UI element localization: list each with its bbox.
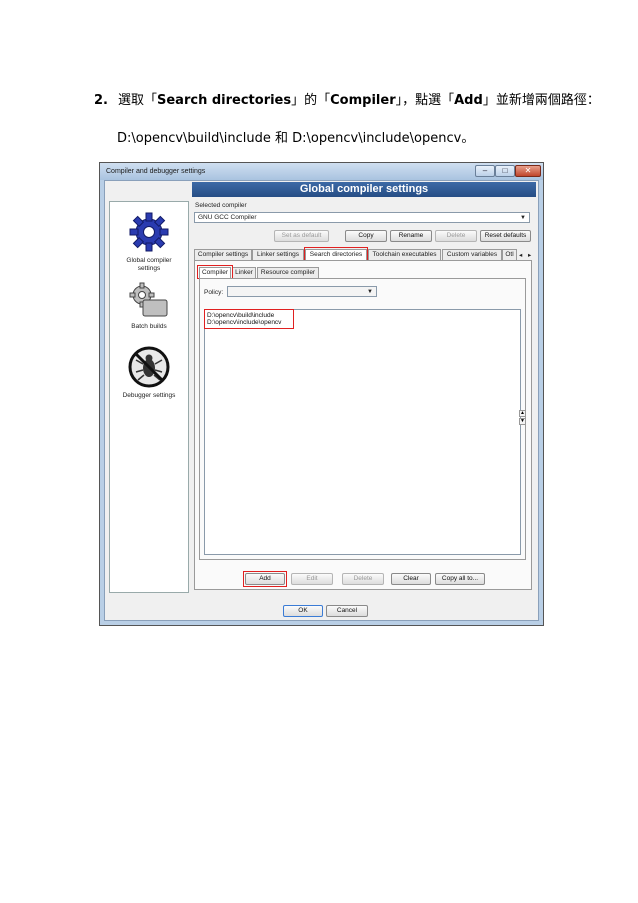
step-number: 2. xyxy=(94,93,108,108)
chevron-down-icon: ▼ xyxy=(520,215,526,221)
settings-dialog-screenshot: Compiler and debugger settings – □ ✕ Glo… xyxy=(99,162,544,626)
move-down-icon[interactable]: ▼ xyxy=(519,418,526,425)
sidebar-label: Global compiler xyxy=(126,257,172,264)
move-up-icon[interactable]: ▲ xyxy=(519,410,526,417)
selected-compiler-value: GNU GCC Compiler xyxy=(198,214,257,221)
sidebar-item-global-compiler[interactable]: Global compiler settings xyxy=(110,210,188,273)
close-icon[interactable]: ✕ xyxy=(515,165,541,177)
tab-linker-settings[interactable]: Linker settings xyxy=(252,249,304,260)
policy-label: Policy: xyxy=(204,289,224,296)
debugger-bug-icon xyxy=(128,346,170,388)
subtab-resource-compiler[interactable]: Resource compiler xyxy=(257,267,319,278)
page-title: Global compiler settings xyxy=(192,182,536,197)
instruction-term-compiler: Compiler xyxy=(330,93,396,108)
reset-defaults-button[interactable]: Reset defaults xyxy=(480,230,531,242)
add-directory-button[interactable]: Add xyxy=(245,573,285,585)
edit-directory-button[interactable]: Edit xyxy=(291,573,333,585)
window-titlebar: Compiler and debugger settings – □ ✕ xyxy=(100,163,543,180)
gear-icon xyxy=(129,212,169,252)
instruction-term-search-directories: Search directories xyxy=(157,93,292,108)
sidebar-label: Debugger settings xyxy=(122,392,176,399)
dialog-client-area: Global compiler settings Global compiler… xyxy=(104,180,539,621)
directories-list[interactable]: D:\opencv\build\include D:\opencv\includ… xyxy=(204,309,521,555)
tab-scroll-right-icon[interactable]: ▸ xyxy=(528,251,531,259)
policy-dropdown[interactable]: ▼ xyxy=(227,286,377,297)
minimize-icon[interactable]: – xyxy=(475,165,495,177)
instruction-text-3: 」，點選「 xyxy=(395,93,455,108)
sidebar-label: Batch builds xyxy=(131,323,167,330)
list-item[interactable]: D:\opencv\include\opencv xyxy=(205,319,520,326)
rename-button[interactable]: Rename xyxy=(390,230,432,242)
ok-button[interactable]: OK xyxy=(283,605,323,617)
selected-compiler-label: Selected compiler xyxy=(195,202,247,209)
instruction-text-2: 」的「 xyxy=(291,93,331,108)
tab-search-directories[interactable]: Search directories xyxy=(305,249,367,260)
tab-scroll-left-icon[interactable]: ◂ xyxy=(519,251,522,259)
instruction-term-add: Add xyxy=(454,93,483,108)
clear-directories-button[interactable]: Clear xyxy=(391,573,431,585)
instruction-text-1: 選取「 xyxy=(117,93,157,108)
subtab-compiler[interactable]: Compiler xyxy=(199,267,231,278)
instruction-text-4: 」並新增兩個路徑： xyxy=(482,93,600,108)
settings-sidebar: Global compiler settings Batch builds De… xyxy=(109,201,189,593)
tab-toolchain-executables[interactable]: Toolchain executables xyxy=(368,249,441,260)
subtab-linker[interactable]: Linker xyxy=(232,267,256,278)
paths-line: D:\opencv\build\include 和 D:\opencv\incl… xyxy=(117,131,475,146)
maximize-icon[interactable]: □ xyxy=(495,165,515,177)
instruction-line: 2. 選取「Search directories」的「Compiler」，點選「A… xyxy=(94,89,600,108)
selected-compiler-dropdown[interactable]: GNU GCC Compiler ▼ xyxy=(194,212,530,223)
set-as-default-button[interactable]: Set as default xyxy=(274,230,329,242)
sidebar-item-batch-builds[interactable]: Batch builds xyxy=(110,282,188,331)
sidebar-item-debugger-settings[interactable]: Debugger settings xyxy=(110,345,188,400)
copy-button[interactable]: Copy xyxy=(345,230,387,242)
chevron-down-icon: ▼ xyxy=(367,289,373,295)
batch-gears-icon xyxy=(129,282,168,317)
tab-other[interactable]: Otl xyxy=(502,249,517,260)
list-item[interactable]: D:\opencv\build\include xyxy=(205,312,520,319)
tab-custom-variables[interactable]: Custom variables xyxy=(442,249,502,260)
copy-all-to-button[interactable]: Copy all to... xyxy=(435,573,485,585)
delete-directory-button[interactable]: Delete xyxy=(342,573,384,585)
delete-compiler-button[interactable]: Delete xyxy=(435,230,477,242)
sidebar-label: settings xyxy=(137,265,161,272)
window-title: Compiler and debugger settings xyxy=(106,168,206,175)
cancel-button[interactable]: Cancel xyxy=(326,605,368,617)
tab-compiler-settings[interactable]: Compiler settings xyxy=(194,249,252,260)
